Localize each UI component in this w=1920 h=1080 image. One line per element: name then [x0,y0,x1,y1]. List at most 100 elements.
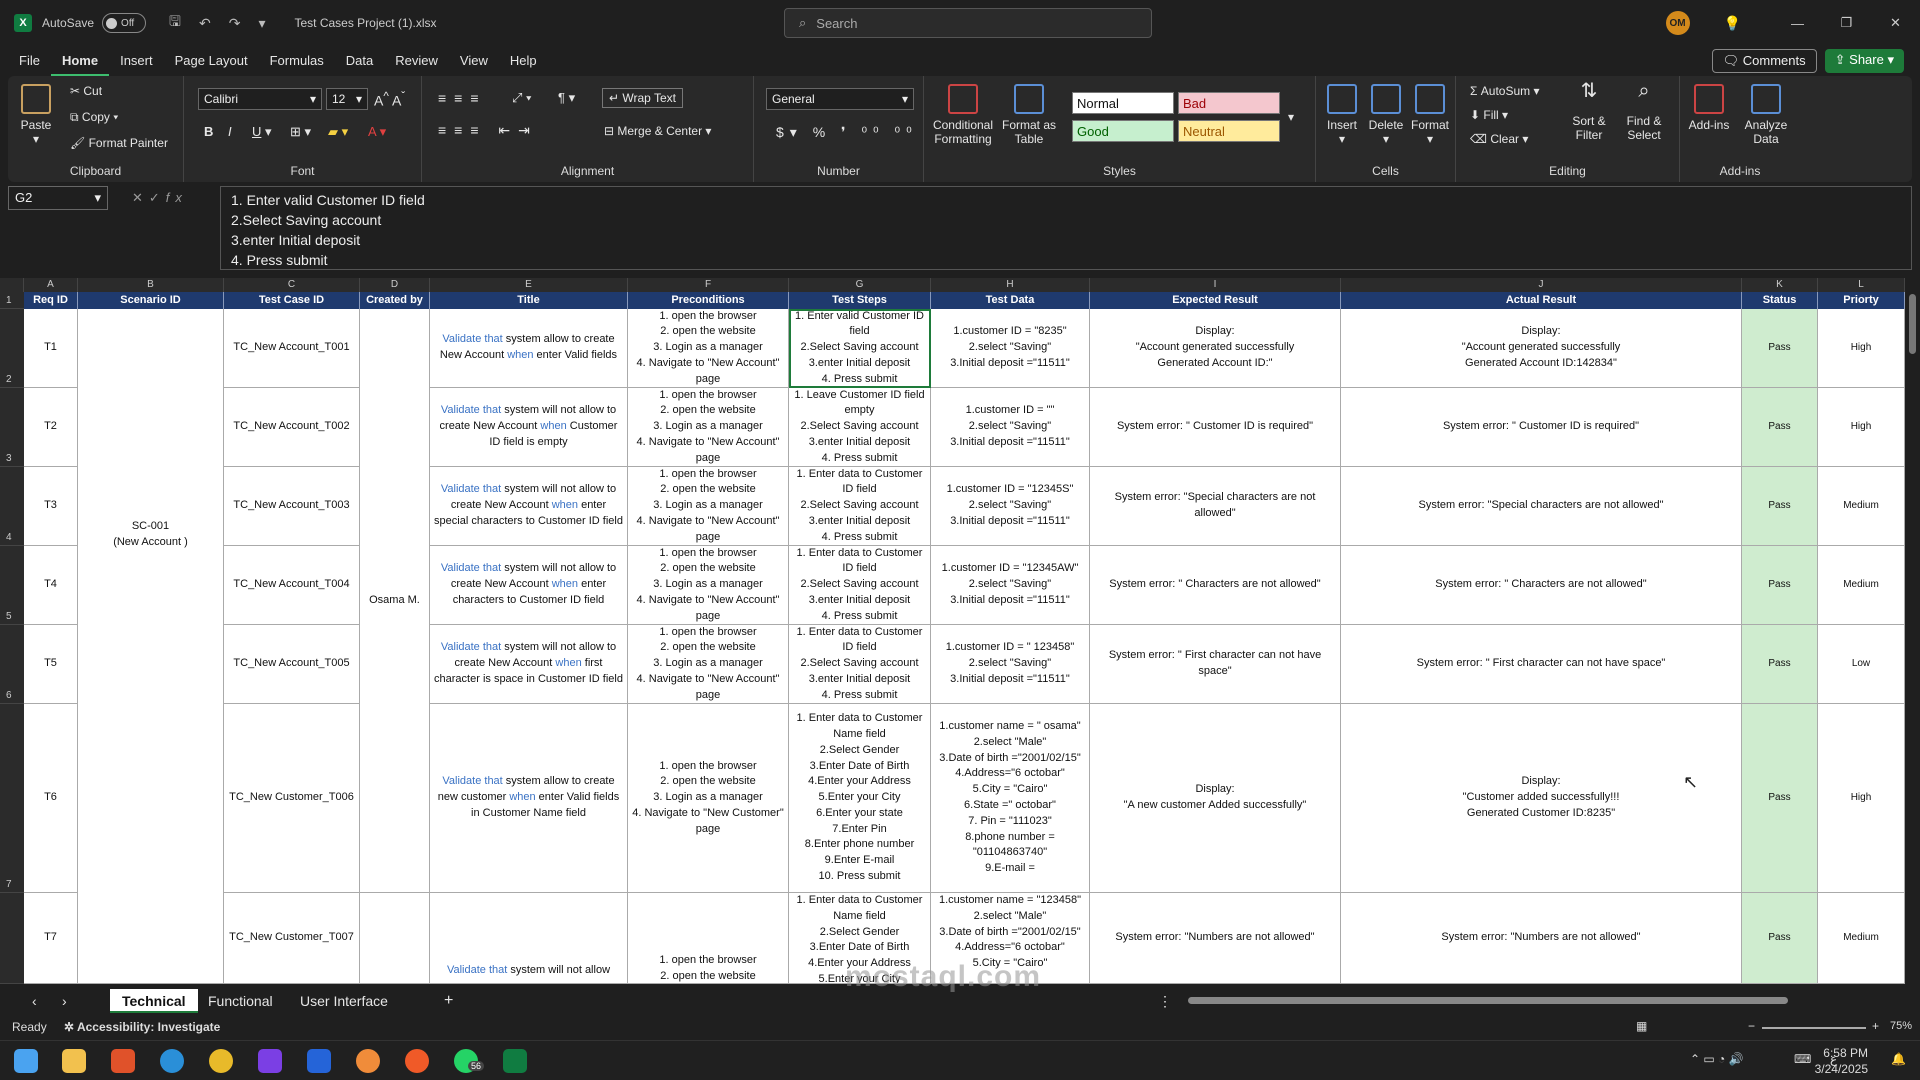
tray-icons[interactable]: ⌃ ▭ ◔ 🔊 [1690,1052,1744,1066]
chrome-icon[interactable] [209,1049,233,1073]
horizontal-align-icons[interactable]: ≡≡≡ ⇤⇥ [438,122,538,139]
vertical-scrollbar[interactable] [1905,278,1920,984]
tab-help[interactable]: Help [499,46,548,76]
formula-icons[interactable]: ✕✓fx [132,190,188,206]
row-header[interactable]: 7 [0,704,24,893]
autosum-button[interactable]: Σ AutoSum ▾ [1470,84,1539,98]
document-name[interactable]: Test Cases Project (1).xlsx [294,16,436,30]
test-case-id-cell[interactable]: TC_New Account_T005 [224,625,360,704]
windows-start-icon[interactable] [14,1049,38,1073]
tab-next-icon[interactable]: › [50,989,79,1013]
share-button[interactable]: ⇪ Share ▾ [1824,49,1904,73]
row-header[interactable]: 3 [0,388,24,467]
firefox-icon[interactable] [405,1049,429,1073]
redo-icon[interactable]: ↷ [229,15,241,32]
find-select-button[interactable]: ⌕ Find & Select [1616,81,1672,142]
zoom-slider[interactable] [1762,1027,1866,1029]
title-cell[interactable]: Validate that system will not allow to c… [430,625,628,704]
preconditions-cell[interactable]: 1. open the browser 2. open the website … [628,546,789,625]
whatsapp-icon[interactable]: 56 [454,1049,485,1073]
created-by-cell[interactable]: Osama M. [360,309,430,893]
restore-icon[interactable]: ❐ [1822,15,1871,31]
insert-cells-button[interactable]: Insert ▾ [1322,84,1362,146]
test-steps-cell[interactable]: 1. Enter data to Customer ID field 2.Sel… [789,546,931,625]
actual-result-cell[interactable]: System error: " First character can not … [1341,625,1742,704]
status-cell[interactable]: Pass [1742,546,1818,625]
column-header[interactable]: C [224,278,360,292]
zoom-out-icon[interactable]: − [1748,1019,1755,1033]
name-box[interactable]: G2 ▾ [8,186,108,210]
header-cell[interactable]: Scenario ID [78,292,224,309]
font-size-select[interactable]: 12 ▾ [326,88,368,110]
title-cell[interactable]: Validate that system will not allow to c… [430,546,628,625]
status-cell[interactable]: Pass [1742,625,1818,704]
actual-result-cell[interactable]: Display: "Customer added successfully!!!… [1341,704,1742,893]
format-cells-button[interactable]: Format ▾ [1410,84,1450,146]
preconditions-cell[interactable]: 1. open the browser 2. open the website … [628,704,789,893]
close-icon[interactable]: ✕ [1871,15,1920,31]
preconditions-cell[interactable]: 1. open the browser 2. open the website … [628,309,789,388]
number-format-icons[interactable]: $▾ % ❜ ⁰⁰ ⁰⁰ [776,124,918,141]
req-id-cell[interactable]: T4 [24,546,78,625]
column-header[interactable]: D [360,278,430,292]
tab-formulas[interactable]: Formulas [259,46,335,76]
vertical-align-icons[interactable]: ≡≡≡ [438,90,487,106]
brave-icon[interactable] [111,1049,135,1073]
column-header[interactable]: B [78,278,224,292]
status-cell[interactable]: Pass [1742,388,1818,467]
test-data-cell[interactable]: 1.customer ID = "12345S" 2.select "Savin… [931,467,1090,546]
avatar[interactable]: OM [1665,11,1690,35]
scroll-thumb[interactable] [1188,997,1788,1004]
horizontal-scrollbar[interactable] [1178,997,1898,1005]
row-header[interactable]: 6 [0,625,24,704]
header-cell[interactable]: Test Data [931,292,1090,309]
expected-result-cell[interactable]: System error: " First character can not … [1090,625,1341,704]
tab-review[interactable]: Review [384,46,449,76]
select-all-corner[interactable] [0,278,24,292]
minimize-icon[interactable]: — [1773,16,1822,31]
header-cell[interactable]: Preconditions [628,292,789,309]
formula-bar[interactable]: 1. Enter valid Customer ID field 2.Selec… [220,186,1912,270]
column-header[interactable]: E [430,278,628,292]
save-icon[interactable]: 🖫 [169,11,181,35]
todo-icon[interactable] [307,1049,331,1073]
keyboard-icon[interactable]: ⌨ [1794,1052,1811,1066]
grow-font-button[interactable]: A^ Aˇ [374,90,405,109]
analyze-data-button[interactable]: Analyze Data [1738,84,1794,146]
req-id-cell[interactable]: T1 [24,309,78,388]
preconditions-cell[interactable]: 1. open the browser 2. open the website … [628,893,789,984]
actual-result-cell[interactable]: System error: "Numbers are not allowed" [1341,893,1742,984]
edge-icon[interactable] [160,1049,184,1073]
test-case-id-cell[interactable]: TC_New Account_T001 [224,309,360,388]
priority-cell[interactable]: Medium [1818,546,1905,625]
status-cell[interactable]: Pass [1742,704,1818,893]
tab-insert[interactable]: Insert [109,46,164,76]
row-header[interactable]: 4 [0,467,24,546]
fill-color-icon[interactable]: ▰ ▾ [328,124,348,140]
autosave-toggle[interactable]: Off [102,13,147,33]
test-steps-cell[interactable]: 1. Leave Customer ID field empty 2.Selec… [789,388,931,467]
app-icon[interactable] [356,1049,380,1073]
priority-cell[interactable]: High [1818,388,1905,467]
notification-icon[interactable]: 🔔 [1891,1052,1906,1066]
test-data-cell[interactable]: 1.customer ID = "" 2.select "Saving" 3.I… [931,388,1090,467]
clock[interactable]: 6:58 PM 3/24/2025 [1815,1045,1868,1077]
test-data-cell[interactable]: 1.customer name = " osama" 2.select "Mal… [931,704,1090,893]
search-box[interactable]: ⌕ Search [784,8,1152,38]
copy-button[interactable]: ⧉ Copy ▾ [70,110,118,125]
req-id-cell[interactable]: T7 [24,893,78,984]
scenario-cell[interactable]: SC-001 (New Account ) [78,309,224,984]
title-cell[interactable]: Validate that system will not allow [430,893,628,984]
header-cell[interactable]: Priorty [1818,292,1905,309]
style-good[interactable]: Good [1072,120,1174,142]
priority-cell[interactable]: Medium [1818,893,1905,984]
sort-filter-button[interactable]: ⇅ Sort & Filter [1564,81,1614,142]
column-header[interactable]: L [1818,278,1905,292]
font-name-select[interactable]: Calibri ▾ [198,88,322,110]
column-header[interactable]: H [931,278,1090,292]
style-neutral[interactable]: Neutral [1178,120,1280,142]
actual-result-cell[interactable]: Display: "Account generated successfully… [1341,309,1742,388]
column-header[interactable]: F [628,278,789,292]
priority-cell[interactable]: Medium [1818,467,1905,546]
clear-button[interactable]: ⌫ Clear ▾ [1470,132,1528,146]
